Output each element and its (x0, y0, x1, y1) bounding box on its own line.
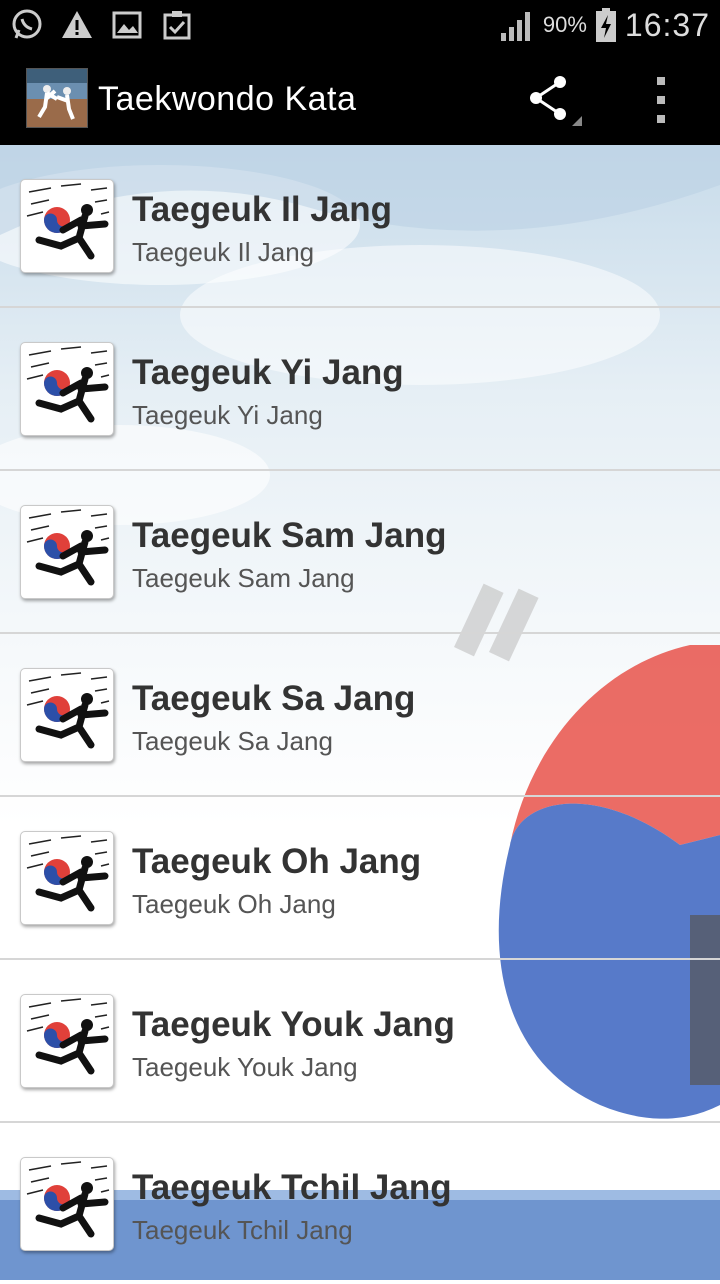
item-title: Taegeuk Oh Jang (132, 842, 422, 881)
item-title: Taegeuk Yi Jang (132, 353, 404, 392)
clock: 16:37 (624, 6, 710, 43)
warning-icon (62, 11, 92, 38)
signal-icon (500, 12, 530, 41)
taekwondo-kick-icon (20, 1157, 114, 1251)
battery-charging-icon (595, 8, 616, 42)
taekwondo-kick-icon (20, 342, 114, 436)
list-item[interactable]: Taegeuk Tchil Jang Taegeuk Tchil Jang (0, 1123, 720, 1284)
overflow-menu-icon (657, 77, 665, 123)
list-item[interactable]: Taegeuk Il Jang Taegeuk Il Jang (0, 145, 720, 308)
item-subtitle: Taegeuk Oh Jang (132, 889, 336, 919)
item-title: Taegeuk Il Jang (132, 190, 392, 229)
item-subtitle: Taegeuk Sa Jang (132, 726, 333, 756)
item-subtitle: Taegeuk Youk Jang (132, 1052, 358, 1082)
action-bar: Taekwondo Kata (0, 50, 720, 145)
item-subtitle: Taegeuk Sam Jang (132, 563, 355, 593)
share-button[interactable] (522, 72, 586, 128)
item-title: Taegeuk Youk Jang (132, 1005, 455, 1044)
item-title: Taegeuk Sam Jang (132, 516, 447, 555)
list-item[interactable]: Taegeuk Youk Jang Taegeuk Youk Jang (0, 960, 720, 1123)
status-bar: 90% 16:37 (0, 0, 720, 50)
overflow-menu-button[interactable] (640, 72, 686, 128)
whatsapp-icon (12, 9, 42, 39)
clipboard-check-icon (163, 11, 191, 40)
list-item[interactable]: Taegeuk Sa Jang Taegeuk Sa Jang (0, 634, 720, 797)
image-icon (112, 11, 142, 39)
taekwondo-kick-icon (20, 994, 114, 1088)
item-title: Taegeuk Tchil Jang (132, 1168, 452, 1207)
item-subtitle: Taegeuk Yi Jang (132, 400, 323, 430)
taekwondo-kick-icon (20, 505, 114, 599)
taekwondo-kick-icon (20, 668, 114, 762)
app-logo[interactable] (26, 68, 88, 128)
list-item[interactable]: Taegeuk Yi Jang Taegeuk Yi Jang (0, 308, 720, 471)
taekwondo-kick-icon (20, 831, 114, 925)
item-title: Taegeuk Sa Jang (132, 679, 416, 718)
item-subtitle: Taegeuk Tchil Jang (132, 1215, 353, 1245)
share-icon (530, 76, 582, 126)
battery-percent: 90% (542, 12, 587, 37)
app-title: Taekwondo Kata (98, 80, 357, 118)
list-item[interactable]: Taegeuk Oh Jang Taegeuk Oh Jang (0, 797, 720, 960)
kata-list: Taegeuk Il Jang Taegeuk Il Jang Taegeuk … (0, 145, 720, 1284)
item-subtitle: Taegeuk Il Jang (132, 237, 315, 267)
list-item[interactable]: Taegeuk Sam Jang Taegeuk Sam Jang (0, 471, 720, 634)
taekwondo-kick-icon (20, 179, 114, 273)
